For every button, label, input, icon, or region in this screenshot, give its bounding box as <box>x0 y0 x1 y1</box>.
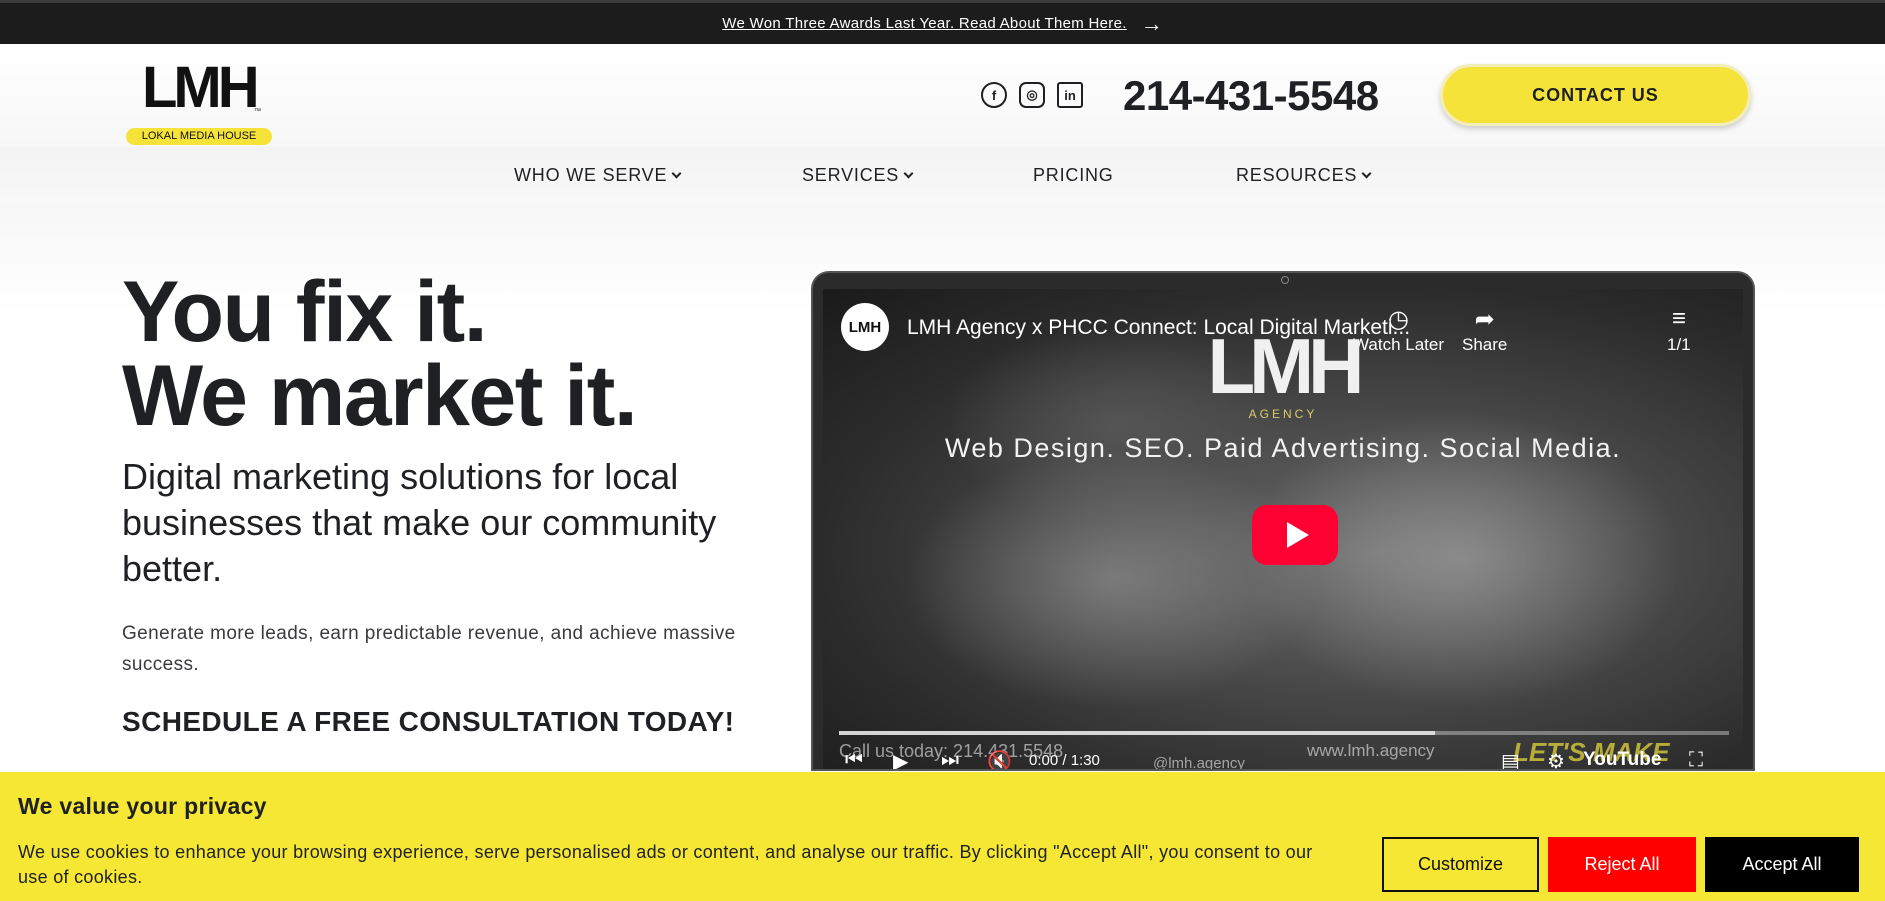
logo[interactable]: LMH ™ LOKAL MEDIA HOUSE <box>126 55 272 145</box>
captions-icon[interactable]: ▤ <box>1501 749 1520 769</box>
video-progress-fill <box>839 731 1436 735</box>
main-nav: WHO WE SERVE SERVICES PRICING RESOURCES <box>0 147 1885 204</box>
linkedin-icon[interactable]: in <box>1057 82 1083 108</box>
trademark-symbol: ™ <box>254 108 261 115</box>
video-handle: @lmh.agency <box>1153 755 1245 769</box>
watch-later-label: Watch Later <box>1353 335 1445 354</box>
video-player[interactable]: LMH LMH Agency x PHCC Connect: Local Dig… <box>823 289 1743 769</box>
nav-label: SERVICES <box>802 165 900 185</box>
mute-icon[interactable]: 🔇 <box>987 749 1012 769</box>
accept-all-button[interactable]: Accept All <box>1705 837 1859 892</box>
nav-services[interactable]: SERVICES <box>802 165 914 186</box>
fullscreen-icon[interactable]: ⛶ <box>1689 749 1703 769</box>
hero-body: Generate more leads, earn predictable re… <box>122 623 736 675</box>
share-icon: ➦ <box>1474 306 1495 333</box>
nav-resources[interactable]: RESOURCES <box>1236 165 1372 186</box>
announcement-link[interactable]: We Won Three Awards Last Year. Read Abou… <box>722 15 1126 32</box>
previous-icon[interactable]: ⏮ <box>845 749 863 769</box>
hero-headline: You fix it. We market it. <box>122 264 638 444</box>
nav-label: PRICING <box>1033 165 1114 185</box>
youtube-logo[interactable]: YouTube <box>1583 749 1661 769</box>
phone-number[interactable]: 214-431-5548 <box>1123 72 1379 120</box>
hero-subtitle: Digital marketing solutions for local bu… <box>122 456 717 589</box>
cookie-banner: We value your privacy We use cookies to … <box>0 772 1885 901</box>
consultation-cta[interactable]: SCHEDULE A FREE CONSULTATION TODAY! <box>122 706 734 738</box>
nav-label: RESOURCES <box>1236 165 1358 185</box>
share-button[interactable]: ➦ Share <box>1462 305 1507 355</box>
channel-avatar[interactable]: LMH <box>841 303 889 351</box>
clock-icon: ◷ <box>1388 306 1409 333</box>
instagram-icon[interactable]: ◎ <box>1019 82 1045 108</box>
social-links: f ◎ in <box>981 82 1083 108</box>
cookie-title: We value your privacy <box>18 793 267 819</box>
playlist-button[interactable]: ≡ 1/1 <box>1667 305 1691 355</box>
logo-mark: LMH <box>142 55 260 120</box>
nav-who-we-serve[interactable]: WHO WE SERVE <box>514 165 682 186</box>
laptop-frame: LMH LMH Agency x PHCC Connect: Local Dig… <box>811 271 1755 771</box>
settings-icon[interactable]: ⚙ <box>1547 749 1565 769</box>
nav-pricing[interactable]: PRICING <box>1033 165 1114 186</box>
facebook-icon[interactable]: f <box>981 82 1007 108</box>
contact-us-button[interactable]: CONTACT US <box>1440 64 1751 126</box>
share-label: Share <box>1462 335 1508 354</box>
playlist-icon: ≡ <box>1671 305 1686 332</box>
customize-button[interactable]: Customize <box>1382 837 1539 892</box>
announcement-bar: We Won Three Awards Last Year. Read Abou… <box>0 0 1885 44</box>
video-brand-logo: LMH <box>1207 322 1365 410</box>
nav-label: WHO WE SERVE <box>514 165 668 185</box>
arrow-right-icon[interactable]: → <box>1141 12 1163 35</box>
video-progress-bar[interactable] <box>839 731 1729 735</box>
play-icon <box>1286 522 1309 548</box>
chevron-down-icon <box>1361 168 1372 179</box>
laptop-camera <box>1281 276 1289 284</box>
reject-all-button[interactable]: Reject All <box>1548 837 1696 892</box>
play-button[interactable] <box>1252 505 1338 565</box>
site-header: LMH ™ LOKAL MEDIA HOUSE f ◎ in 214-431-5… <box>0 44 1885 147</box>
video-site: www.lmh.agency <box>1307 741 1435 760</box>
play-small-icon[interactable]: ▶ <box>893 749 908 769</box>
playlist-count: 1/1 <box>1667 335 1691 354</box>
video-brand-agency: AGENCY <box>1248 407 1318 421</box>
watch-later-button[interactable]: ◷ Watch Later <box>1353 305 1444 355</box>
chevron-down-icon <box>671 168 682 179</box>
video-time: 0:00 / 1:30 <box>1029 752 1100 769</box>
chevron-down-icon <box>903 168 914 179</box>
headline-line-2: We market it. <box>122 348 638 444</box>
video-tagline: Web Design. SEO. Paid Advertising. Socia… <box>944 433 1622 463</box>
logo-tagline: LOKAL MEDIA HOUSE <box>126 128 272 145</box>
headline-line-1: You fix it. <box>122 264 488 360</box>
next-icon[interactable]: ⏭ <box>941 749 959 769</box>
cookie-text: We use cookies to enhance your browsing … <box>18 842 1313 887</box>
